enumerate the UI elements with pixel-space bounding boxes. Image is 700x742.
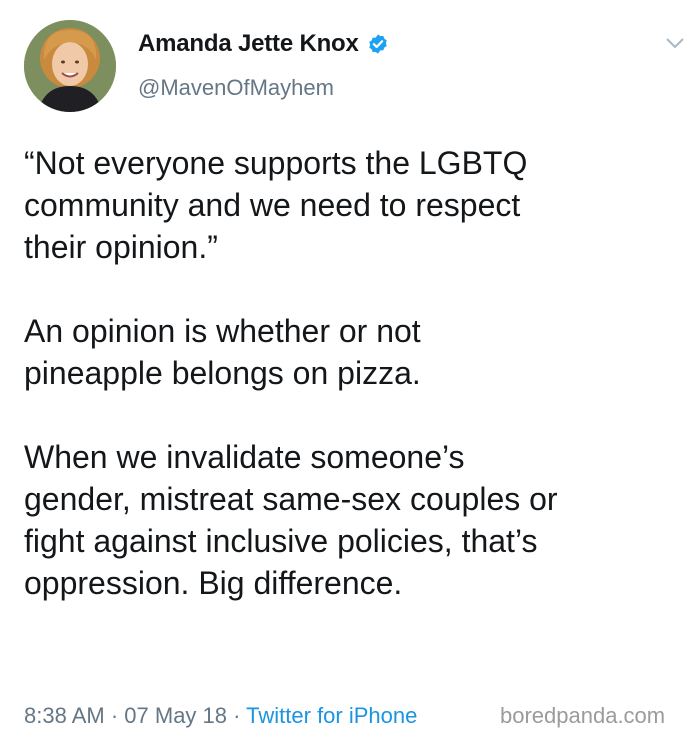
tweet-date[interactable]: 07 May 18 bbox=[124, 703, 227, 728]
author-handle[interactable]: @MavenOfMayhem bbox=[138, 75, 334, 101]
verified-badge-icon bbox=[367, 33, 389, 55]
tweet-paragraph-3: When we invalidate someone’s gender, mis… bbox=[24, 439, 558, 601]
author-name-row: Amanda Jette Knox bbox=[138, 30, 389, 58]
meta-separator: · bbox=[227, 703, 247, 728]
tweet-time[interactable]: 8:38 AM bbox=[24, 703, 105, 728]
tweet-text: “Not everyone supports the LGBTQ communi… bbox=[24, 142, 694, 604]
watermark: boredpanda.com bbox=[500, 703, 666, 728]
tweet-paragraph-1: “Not everyone supports the LGBTQ communi… bbox=[24, 145, 528, 265]
avatar-image bbox=[24, 20, 116, 112]
tweet-card: Amanda Jette Knox @MavenOfMayhem “Not ev… bbox=[0, 0, 700, 742]
avatar[interactable] bbox=[24, 20, 116, 112]
tweet-source-link[interactable]: Twitter for iPhone bbox=[246, 703, 417, 728]
meta-separator: · bbox=[104, 703, 125, 728]
chevron-down-icon[interactable] bbox=[664, 36, 686, 50]
tweet-meta: 8:38 AM · 07 May 18 · Twitter for iPhone bbox=[24, 703, 417, 729]
tweet-paragraph-2: An opinion is whether or not pineapple b… bbox=[24, 313, 421, 391]
display-name[interactable]: Amanda Jette Knox bbox=[138, 30, 359, 58]
